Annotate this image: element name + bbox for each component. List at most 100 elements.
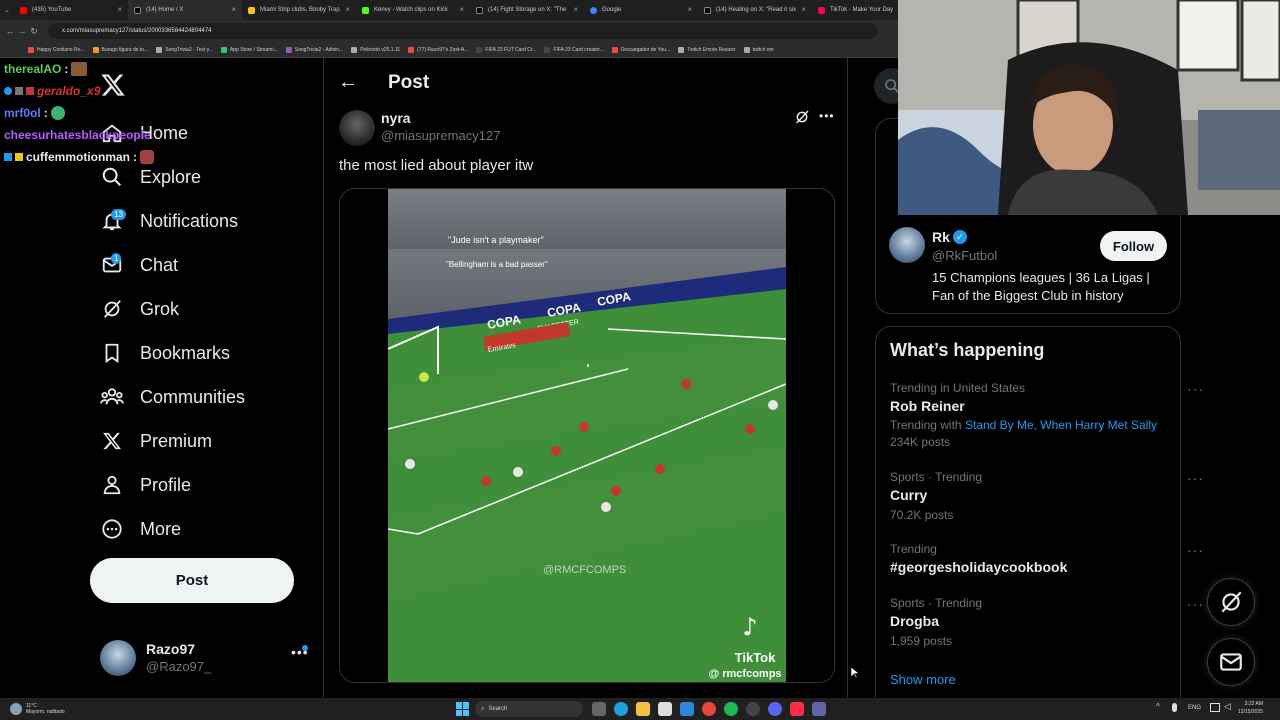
post-video[interactable]: "Jude isn't a playmaker" "Bellingham is …: [339, 188, 835, 683]
close-icon[interactable]: ×: [573, 5, 578, 14]
bookmark-item[interactable]: twitch em: [743, 46, 774, 53]
post-button[interactable]: Post: [90, 558, 294, 603]
chrome-icon[interactable]: [702, 702, 716, 716]
music-app-icon[interactable]: [790, 702, 804, 716]
follow-handle[interactable]: @RkFutbol: [932, 248, 997, 263]
bookmark-icon: [28, 46, 34, 53]
close-icon[interactable]: ×: [459, 5, 464, 14]
tiktok-icon: [818, 7, 825, 14]
weather-desc: Mayorm. nublado: [26, 709, 65, 715]
bookmark-item[interactable]: Descargador de You...: [611, 46, 670, 53]
sidebar-item-premium[interactable]: Premium: [100, 424, 212, 458]
browser-tab[interactable]: Miami Strip clubs, Booby Trap ×: [242, 0, 356, 20]
windows-start-icon[interactable]: [456, 702, 470, 716]
trend-item[interactable]: Trending in United States Rob Reiner Tre…: [890, 381, 1203, 449]
url-input[interactable]: x.com/miasupremacy127/status/20003365844…: [48, 23, 878, 39]
tab-list-icon[interactable]: ⌄: [0, 6, 14, 14]
bookmark-item[interactable]: Twitch Emote Resizer: [678, 46, 736, 53]
mail-app-icon[interactable]: [680, 702, 694, 716]
sidebar-item-more[interactable]: More: [100, 512, 181, 546]
more-icon[interactable]: •••: [819, 109, 835, 123]
badge-icon: [4, 87, 12, 95]
account-switcher[interactable]: Razo97 @Razo97_ •••: [100, 638, 310, 678]
grok-explain-icon[interactable]: [794, 109, 810, 130]
bookmark-item[interactable]: FIFA 23 FUT Card Cr...: [476, 46, 536, 53]
badge-icon: [26, 87, 34, 95]
more-icon[interactable]: ···: [1187, 470, 1204, 486]
tray-chevron-icon[interactable]: ^: [1156, 702, 1160, 711]
sidebar-item-communities[interactable]: Communities: [100, 380, 245, 414]
close-icon[interactable]: ×: [231, 5, 236, 14]
sidebar-item-grok[interactable]: Grok: [100, 292, 179, 326]
follow-name[interactable]: Rk: [932, 229, 950, 245]
search-icon: ⌕: [481, 705, 485, 712]
bookmark-item[interactable]: SongTrivia2 - Adivin...: [285, 46, 343, 53]
follow-button[interactable]: Follow: [1100, 231, 1167, 261]
bookmark-icon: [100, 341, 124, 365]
trend-item[interactable]: Sports · Trending Drogba 1,959 posts ···: [890, 596, 1203, 648]
sidebar-item-profile[interactable]: Profile: [100, 468, 191, 502]
close-icon[interactable]: ×: [117, 5, 122, 14]
clock[interactable]: 3:22 AM 12/15/2025: [1238, 700, 1263, 716]
teams-icon[interactable]: [812, 702, 826, 716]
bookmark-icon: [92, 46, 99, 53]
browser-tab[interactable]: Google ×: [584, 0, 698, 20]
browser-tab-active[interactable]: (14) Home / X ×: [128, 0, 242, 20]
back-icon[interactable]: ←: [4, 26, 16, 36]
sidebar-item-bookmarks[interactable]: Bookmarks: [100, 336, 230, 370]
volume-icon[interactable]: ◁: [1224, 701, 1231, 712]
file-explorer-icon[interactable]: [636, 702, 650, 716]
bookmark-item[interactable]: Happy Cristiano Ro...: [28, 46, 85, 53]
browser-tab[interactable]: (435) YouTube ×: [14, 0, 128, 20]
reload-icon[interactable]: ↻: [28, 26, 40, 37]
trend-item[interactable]: Trending #georgesholidaycookbook ···: [890, 542, 1203, 575]
bookmark-item[interactable]: Burago figura de to...: [92, 46, 148, 53]
bookmark-icon: [678, 46, 685, 53]
browser-tab[interactable]: Kenvy - Watch clips on Kick ×: [356, 0, 470, 20]
trend-related-links[interactable]: Stand By Me, When Harry Met Sally: [965, 418, 1157, 432]
author-name[interactable]: nyra: [381, 110, 411, 126]
back-arrow-icon[interactable]: ←: [338, 71, 358, 94]
bookmark-icon: [544, 46, 551, 53]
youtube-icon: [20, 7, 27, 14]
discord-icon[interactable]: [768, 702, 782, 716]
more-icon[interactable]: ···: [1187, 381, 1204, 397]
whats-happening-card: What’s happening Trending in United Stat…: [875, 326, 1203, 698]
follow-avatar[interactable]: [889, 227, 925, 263]
network-icon[interactable]: [1210, 703, 1220, 712]
trend-item[interactable]: Sports · Trending Curry 70.2K posts ···: [890, 470, 1203, 522]
show-more-link[interactable]: Show more: [890, 672, 956, 687]
edge-icon[interactable]: [614, 702, 628, 716]
obs-icon[interactable]: [746, 702, 760, 716]
bookmark-item[interactable]: Pelotoob v25.1.11: [351, 46, 400, 53]
messages-float-button[interactable]: [1207, 638, 1255, 686]
close-icon[interactable]: ×: [801, 5, 806, 14]
more-icon[interactable]: ···: [1187, 542, 1204, 558]
bookmark-item[interactable]: SongTrivia2 - Test y...: [156, 46, 213, 53]
taskbar-search[interactable]: ⌕ Search: [475, 701, 583, 717]
google-icon: [590, 7, 597, 14]
bookmark-item[interactable]: FIFA 23 Card creator...: [544, 46, 604, 53]
stream-chat-overlay: therealAO: geraldo_x9 mrf0ol: cheesurhat…: [4, 58, 204, 168]
sidebar-item-notifications[interactable]: 13 Notifications: [100, 204, 238, 238]
bookmark-item[interactable]: (77) Razo97's Zest-A...: [408, 46, 468, 53]
grok-float-button[interactable]: [1207, 578, 1255, 626]
browser-tab[interactable]: (14) Healing on X: "Read it six ×: [698, 0, 812, 20]
mic-icon[interactable]: [1172, 703, 1177, 712]
more-icon[interactable]: ···: [1187, 596, 1204, 612]
author-handle[interactable]: @miasupremacy127: [381, 128, 500, 143]
spotify-icon[interactable]: [724, 702, 738, 716]
notification-badge: 13: [111, 209, 126, 220]
browser-tab[interactable]: (14) Fight Storage on X: "The ×: [470, 0, 584, 20]
forward-icon[interactable]: →: [16, 26, 28, 36]
close-icon[interactable]: ×: [687, 5, 692, 14]
store-icon[interactable]: [658, 702, 672, 716]
close-icon[interactable]: ×: [345, 5, 350, 14]
bookmark-icon: [220, 46, 227, 53]
bookmark-item[interactable]: App Store / Streami...: [220, 46, 278, 53]
weather-icon: [10, 703, 22, 715]
task-view-icon[interactable]: [592, 702, 606, 716]
language-indicator[interactable]: ENG: [1188, 705, 1201, 711]
sidebar-item-chat[interactable]: 1 Chat: [100, 248, 178, 282]
author-avatar[interactable]: [339, 110, 375, 146]
